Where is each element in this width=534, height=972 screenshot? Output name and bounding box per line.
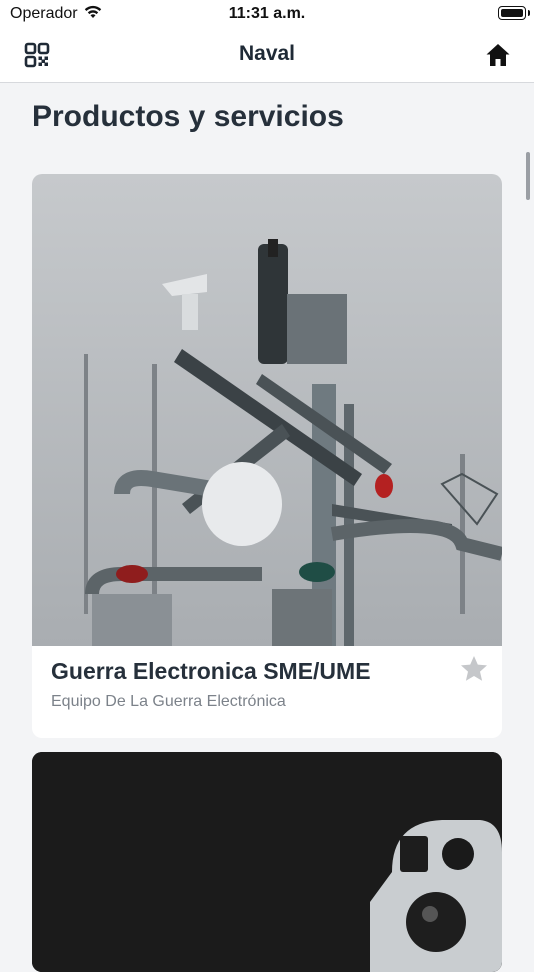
- product-card[interactable]: [32, 752, 502, 972]
- section-title: Productos y servicios: [32, 100, 344, 133]
- product-subtitle: Equipo De La Guerra Electrónica: [51, 693, 286, 710]
- clock: 11:31 a.m.: [228, 5, 306, 22]
- product-image: [32, 752, 502, 972]
- page-title: Naval: [238, 42, 296, 65]
- navigation-bar: Naval: [0, 30, 534, 83]
- product-image: [32, 174, 502, 646]
- status-bar: Operador 11:31 a.m.: [0, 0, 534, 30]
- battery-icon: [498, 6, 530, 20]
- scrollbar[interactable]: [526, 152, 530, 200]
- home-icon[interactable]: [484, 41, 512, 69]
- product-card[interactable]: Guerra Electronica SME/UME Equipo De La …: [32, 174, 502, 738]
- product-title: Guerra Electronica SME/UME: [51, 658, 371, 684]
- star-icon[interactable]: [459, 654, 489, 684]
